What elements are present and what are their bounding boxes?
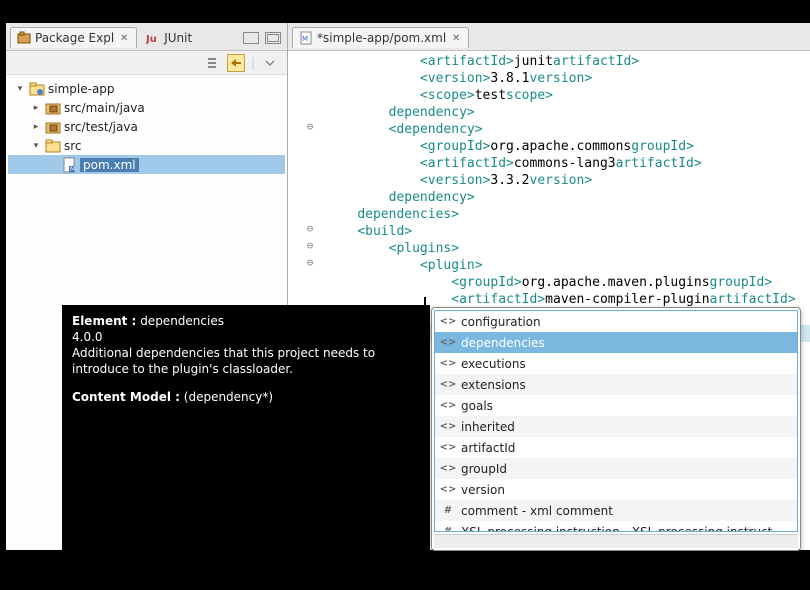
- tab-package-explorer[interactable]: Package Expl ✕: [10, 27, 137, 48]
- fold-minus-icon[interactable]: ⊖: [304, 121, 316, 133]
- xml-element-icon: <>: [441, 316, 455, 328]
- xml-comment-icon: #: [441, 526, 455, 533]
- content-assist-item-label: configuration: [461, 315, 541, 329]
- content-assist-item-label: dependencies: [461, 336, 545, 350]
- content-assist-popup: <> configuration <> dependencies <> execution…: [431, 307, 801, 551]
- xml-element-icon: <>: [441, 421, 455, 433]
- xml-element-icon: <>: [441, 463, 455, 475]
- minimize-button[interactable]: [243, 32, 259, 44]
- tree-item[interactable]: Mpom.xml: [8, 155, 285, 174]
- code-content: <artifactId>junitartifactId> <version>3.…: [326, 53, 810, 342]
- content-assist-item-label: inherited: [461, 420, 515, 434]
- content-assist-item[interactable]: <> artifactId: [435, 437, 797, 458]
- content-assist-item[interactable]: # XSL processing instruction - XSL proces…: [435, 521, 797, 532]
- xml-element-icon: <>: [441, 379, 455, 391]
- file-icon: M: [61, 157, 77, 173]
- tab-label: JUnit: [164, 31, 192, 45]
- view-menu-button[interactable]: [261, 54, 279, 72]
- fold-minus-icon[interactable]: ⊖: [304, 223, 316, 235]
- tooltip-description: Additional dependencies that this projec…: [72, 345, 420, 377]
- tree-item[interactable]: ▸ src/main/java: [8, 98, 285, 117]
- tree-item[interactable]: ▾ simple-app: [8, 79, 285, 98]
- fold-minus-icon[interactable]: ⊖: [304, 240, 316, 252]
- tooltip-version: 4.0.0: [72, 329, 420, 345]
- chevron-right-icon[interactable]: ▸: [30, 121, 42, 133]
- junit-icon: Ju: [146, 31, 160, 45]
- tree-item-label: simple-app: [48, 82, 115, 96]
- package-explorer-toolbar: |: [6, 51, 287, 75]
- close-icon[interactable]: ✕: [118, 32, 130, 44]
- content-assist-item-label: comment - xml comment: [461, 504, 613, 518]
- content-assist-item-label: groupId: [461, 462, 507, 476]
- link-with-editor-button[interactable]: [227, 54, 245, 72]
- chevron-right-icon[interactable]: ▸: [30, 102, 42, 114]
- tree-item-label: src: [64, 139, 82, 153]
- collapse-all-button[interactable]: [203, 54, 221, 72]
- tooltip-content-model-value: (dependency*): [184, 390, 273, 404]
- tab-junit[interactable]: Ju JUnit: [139, 27, 199, 48]
- left-tab-bar: Package Expl ✕ Ju JUnit: [6, 23, 287, 51]
- maximize-button[interactable]: [265, 32, 281, 44]
- svg-text:M: M: [302, 35, 308, 43]
- package-explorer-icon: [17, 31, 31, 45]
- svg-text:Ju: Ju: [146, 34, 157, 45]
- xml-element-icon: <>: [441, 400, 455, 412]
- editor-tab-label: *simple-app/pom.xml: [317, 31, 446, 45]
- editor-tab-pom[interactable]: M *simple-app/pom.xml ✕: [292, 27, 469, 48]
- content-assist-item-label: executions: [461, 357, 526, 371]
- tab-label: Package Expl: [35, 31, 114, 45]
- tooltip-content-model-label: Content Model :: [72, 390, 180, 404]
- content-assist-item[interactable]: <> groupId: [435, 458, 797, 479]
- content-assist-item[interactable]: <> configuration: [435, 311, 797, 332]
- pkg-icon: [45, 119, 61, 135]
- content-assist-item-label: XSL processing instruction - XSL process…: [461, 525, 772, 533]
- folder-icon: [45, 138, 61, 154]
- chevron-down-icon[interactable]: ▾: [30, 140, 42, 152]
- content-assist-item[interactable]: <> dependencies: [435, 332, 797, 353]
- chevron-down-icon[interactable]: ▾: [14, 83, 26, 95]
- xml-element-icon: <>: [441, 337, 455, 349]
- tooltip-element-value: dependencies: [140, 314, 224, 328]
- content-assist-item[interactable]: <> goals: [435, 395, 797, 416]
- content-assist-item[interactable]: # comment - xml comment: [435, 500, 797, 521]
- expander-placeholder: [46, 159, 58, 171]
- content-assist-item-label: version: [461, 483, 505, 497]
- element-doc-tooltip: Element : dependencies 4.0.0 Additional …: [62, 305, 430, 551]
- tooltip-element-label: Element :: [72, 314, 136, 328]
- tree-item[interactable]: ▸ src/test/java: [8, 117, 285, 136]
- content-assist-item[interactable]: <> extensions: [435, 374, 797, 395]
- tree-item-label: pom.xml: [80, 158, 139, 172]
- fold-minus-icon[interactable]: ⊖: [304, 257, 316, 269]
- xml-element-icon: <>: [441, 358, 455, 370]
- content-assist-item-label: goals: [461, 399, 493, 413]
- content-assist-item-label: artifactId: [461, 441, 515, 455]
- tree-item-label: src/main/java: [64, 101, 145, 115]
- horizontal-scrollbar[interactable]: [434, 534, 798, 548]
- xml-comment-icon: #: [441, 505, 455, 517]
- xml-element-icon: <>: [441, 484, 455, 496]
- tree-item-label: src/test/java: [64, 120, 138, 134]
- content-assist-item[interactable]: <> inherited: [435, 416, 797, 437]
- content-assist-item[interactable]: <> executions: [435, 353, 797, 374]
- xml-file-icon: M: [299, 31, 313, 45]
- tree-item[interactable]: ▾ src: [8, 136, 285, 155]
- svg-text:M: M: [70, 166, 75, 173]
- editor-tab-bar: M *simple-app/pom.xml ✕: [288, 23, 810, 51]
- pkg-icon: [45, 100, 61, 116]
- close-icon[interactable]: ✕: [450, 32, 462, 44]
- content-assist-item-label: extensions: [461, 378, 526, 392]
- xml-element-icon: <>: [441, 442, 455, 454]
- content-assist-item[interactable]: <> version: [435, 479, 797, 500]
- project-icon: [29, 81, 45, 97]
- content-assist-list[interactable]: <> configuration <> dependencies <> execution…: [434, 310, 798, 532]
